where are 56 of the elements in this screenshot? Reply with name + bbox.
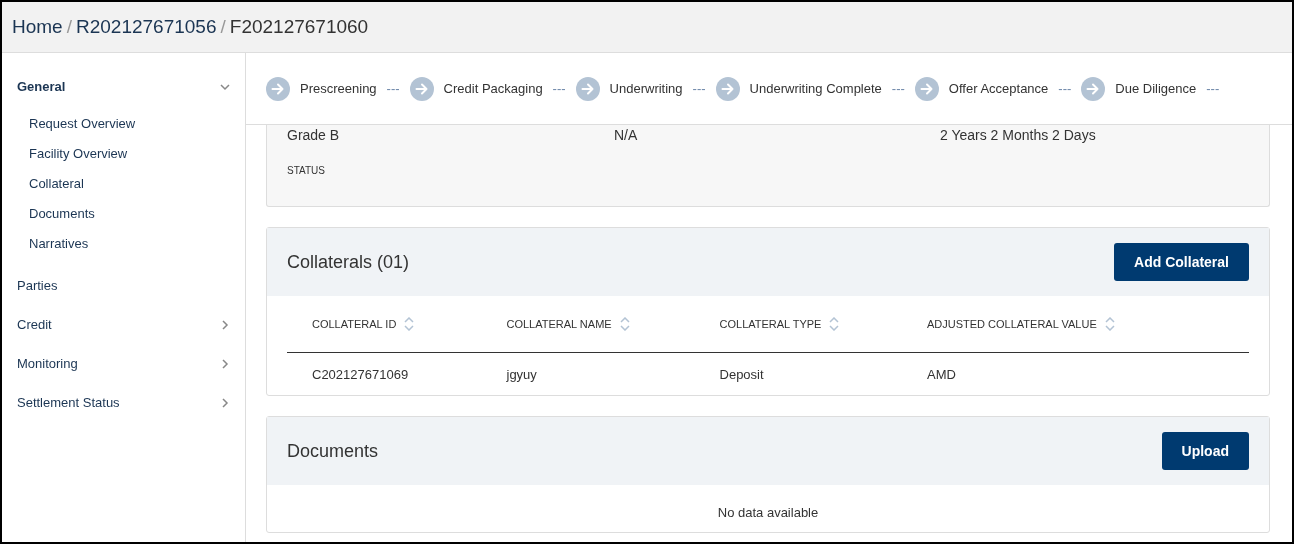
sidebar-item[interactable]: Credit — [17, 317, 52, 332]
chevron-right-icon — [219, 396, 231, 409]
table-cell: C202127671069 — [312, 366, 409, 382]
chevron-right-icon — [219, 318, 231, 331]
arrow-circle-icon — [266, 76, 290, 101]
sidebar-item[interactable]: Settlement Status — [17, 395, 120, 410]
step-connector: --- — [1206, 81, 1220, 96]
arrow-circle-icon — [1081, 76, 1106, 101]
empty-message: No data available — [717, 505, 819, 520]
add-collateral-button[interactable]: Add Collateral — [1114, 243, 1249, 281]
arrow-circle-icon — [409, 76, 434, 101]
table-cell: jgyuy — [506, 366, 537, 382]
step-label[interactable]: Prescreening — [300, 81, 377, 96]
column-header[interactable]: COLLATERAL NAME — [506, 318, 612, 330]
sidebar-subitem[interactable]: Collateral — [29, 168, 245, 198]
chevron-right-icon — [219, 357, 231, 370]
card-title: Documents — [287, 440, 379, 462]
upload-button[interactable]: Upload — [1161, 432, 1249, 470]
step-connector: --- — [1058, 81, 1072, 96]
sidebar-item[interactable]: General — [17, 79, 66, 94]
sort-icon[interactable] — [1104, 317, 1115, 331]
table-cell: Deposit — [719, 366, 764, 382]
breadcrumb-link[interactable]: R202127671056 — [75, 16, 217, 38]
sidebar-item[interactable]: Monitoring — [17, 356, 78, 371]
step-label[interactable]: Due Diligence — [1115, 81, 1197, 96]
column-header[interactable]: COLLATERAL TYPE — [719, 318, 822, 330]
arrow-circle-icon — [914, 76, 939, 101]
sort-icon[interactable] — [404, 317, 415, 331]
step-label[interactable]: Credit Packaging — [443, 81, 543, 96]
step-label[interactable]: Offer Acceptance — [948, 81, 1049, 96]
step-label[interactable]: Underwriting Complete — [749, 81, 882, 96]
card-title: Collaterals (01) — [287, 251, 410, 273]
sidebar-subitem[interactable]: Request Overview — [29, 108, 245, 138]
sidebar-item[interactable]: Parties — [17, 278, 58, 293]
sidebar-subitem[interactable]: Narratives — [29, 228, 245, 258]
field-value: N/A — [614, 127, 638, 143]
sort-icon[interactable] — [829, 317, 840, 331]
column-header[interactable]: ADJUSTED COLLATERAL VALUE — [927, 318, 1097, 330]
step-connector: --- — [692, 81, 706, 96]
sidebar-subitem[interactable]: Documents — [29, 198, 245, 228]
column-header[interactable]: COLLATERAL ID — [312, 318, 397, 330]
breadcrumb-link[interactable]: Home — [12, 16, 63, 38]
field-label: STATUS — [287, 165, 325, 176]
field-value: 2 Years 2 Months 2 Days — [940, 127, 1096, 143]
breadcrumb-separator: / — [66, 16, 72, 38]
breadcrumb-separator: / — [220, 16, 226, 38]
step-connector: --- — [552, 81, 566, 96]
table-cell: AMD — [927, 366, 956, 382]
field-value: Grade B — [287, 127, 340, 143]
sort-icon[interactable] — [619, 317, 630, 331]
sidebar-subitem[interactable]: Facility Overview — [29, 138, 245, 168]
arrow-circle-icon — [715, 76, 740, 101]
arrow-circle-icon — [575, 76, 600, 101]
step-connector: --- — [891, 81, 905, 96]
step-label[interactable]: Underwriting — [609, 81, 683, 96]
step-connector: --- — [386, 81, 400, 96]
